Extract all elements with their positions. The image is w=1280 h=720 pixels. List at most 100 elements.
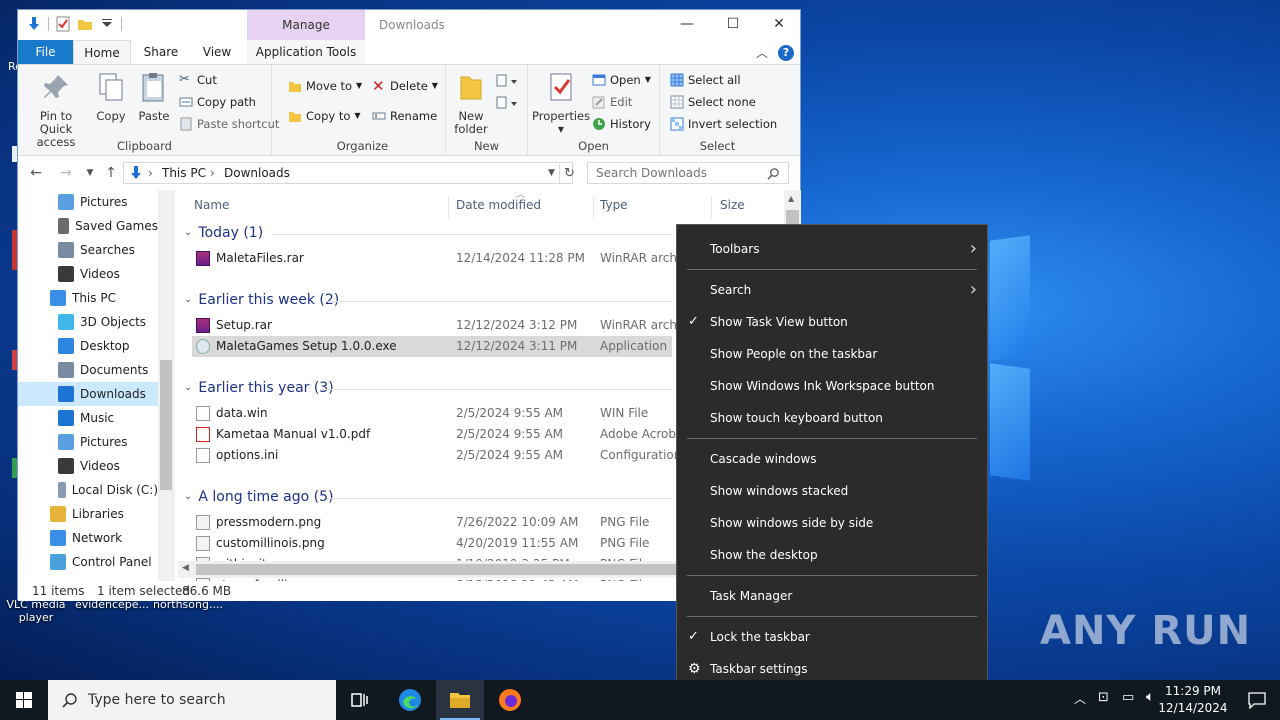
firefox-taskbar-button[interactable] (486, 680, 534, 720)
scroll-up-icon[interactable]: ▲ (788, 194, 794, 203)
title-bar[interactable]: Manage Downloads — ☐ ✕ (18, 10, 800, 40)
history-button[interactable]: History (592, 115, 651, 133)
navigation-pane-scrollbar[interactable] (158, 190, 175, 582)
file-row[interactable]: MaletaFiles.rar 12/14/2024 11:28 PM WinRAR… (192, 248, 695, 269)
network-icon[interactable]: ▭ (1122, 690, 1134, 705)
file-row[interactable]: options.ini 2/5/2024 9:55 AM Configuration (192, 445, 681, 466)
menu-item-task-manager[interactable]: Task Manager (677, 580, 987, 612)
nav-item-3d-objects[interactable]: 3D Objects (18, 310, 158, 334)
tab-view[interactable]: View (191, 40, 243, 64)
nav-item-videos[interactable]: Videos (18, 454, 158, 478)
file-row[interactable]: pressmodern.png 7/26/2022 10:09 AM PNG Fil… (192, 512, 672, 533)
breadcrumb-this-pc[interactable]: This PC (162, 163, 206, 183)
nav-item-network[interactable]: Network (18, 526, 158, 550)
scrollbar-thumb[interactable] (160, 360, 172, 490)
nav-item-pictures[interactable]: Pictures (18, 430, 158, 454)
chevron-down-icon[interactable]: ⌄ (184, 486, 192, 508)
address-path-box[interactable]: › This PC › Downloads ▼ (123, 162, 573, 184)
menu-item-cascade-windows[interactable]: Cascade windows (677, 443, 987, 475)
move-to-button[interactable]: Move to ▼ (288, 77, 362, 95)
properties-button[interactable]: Properties ▼ (532, 71, 590, 136)
column-header-size[interactable]: Size (720, 194, 745, 216)
cut-button[interactable]: ✂ Cut (179, 71, 217, 89)
network-status-icon[interactable]: ⊡ (1098, 690, 1109, 705)
copy-to-button[interactable]: Copy to ▼ (288, 107, 361, 125)
column-header-date[interactable]: Date modified (456, 194, 541, 216)
select-all-button[interactable]: Select all (670, 71, 741, 89)
invert-selection-button[interactable]: Invert selection (670, 115, 777, 133)
task-view-button[interactable] (336, 680, 384, 720)
breadcrumb-chevron-icon[interactable]: › (148, 163, 153, 183)
group-header[interactable]: ⌄ Earlier this week (2) (184, 289, 339, 311)
collapse-ribbon-icon[interactable]: ︿ (756, 44, 768, 61)
file-row[interactable]: Setup.rar 12/12/2024 3:12 PM WinRAR archiv… (192, 315, 695, 336)
nav-item-local-disk-c[interactable]: Local Disk (C:) (18, 478, 158, 502)
copy-button[interactable]: Copy (92, 71, 130, 123)
group-header[interactable]: ⌄ Today (1) (184, 222, 263, 244)
file-list-horizontal-scrollbar[interactable]: ◀ (178, 561, 698, 578)
nav-item-videos[interactable]: Videos (18, 262, 158, 286)
menu-item-show-touch-keyboard-button[interactable]: Show touch keyboard button (677, 402, 987, 434)
edge-taskbar-button[interactable] (386, 680, 434, 720)
desktop-icon-label-vlc[interactable]: VLC media player (4, 598, 68, 624)
nav-item-music[interactable]: Music (18, 406, 158, 430)
menu-item-show-the-desktop[interactable]: Show the desktop (677, 539, 987, 571)
file-row[interactable]: data.win 2/5/2024 9:55 AM WIN File (192, 403, 672, 424)
menu-item-show-windows-stacked[interactable]: Show windows stacked (677, 475, 987, 507)
chevron-down-icon[interactable]: ⌄ (184, 222, 192, 244)
tab-application-tools[interactable]: Application Tools (247, 40, 365, 64)
close-button[interactable]: ✕ (756, 10, 802, 40)
search-input[interactable] (588, 163, 758, 183)
menu-item-search[interactable]: Search › (677, 274, 987, 306)
file-explorer-taskbar-button[interactable] (436, 680, 484, 720)
up-arrow-icon[interactable]: ↑ (101, 163, 121, 183)
nav-item-pictures[interactable]: Pictures (18, 190, 158, 214)
chevron-down-icon[interactable]: ⌄ (184, 289, 192, 311)
nav-item-documents[interactable]: Documents (18, 358, 158, 382)
search-box[interactable] (587, 162, 789, 184)
download-arrow-icon[interactable] (26, 16, 42, 32)
rename-button[interactable]: Rename (372, 107, 437, 125)
new-folder-button[interactable]: New folder (448, 71, 494, 136)
file-row[interactable]: customillinois.png 4/20/2019 11:55 AM PNG … (192, 533, 672, 554)
menu-item-toolbars[interactable]: Toolbars › (677, 233, 987, 265)
refresh-icon[interactable]: ↻ (559, 164, 579, 184)
column-header-name[interactable]: Name (194, 194, 229, 216)
tab-share[interactable]: Share (135, 40, 187, 64)
easy-access-icon[interactable] (496, 95, 520, 111)
file-row[interactable]: MaletaGames Setup 1.0.0.exe 12/12/2024 3:… (192, 336, 672, 357)
delete-button[interactable]: ✕ Delete ▼ (372, 77, 438, 95)
clock[interactable]: 11:29 PM 12/14/2024 (1154, 683, 1232, 717)
start-button[interactable] (0, 680, 48, 720)
edit-button[interactable]: Edit (592, 93, 632, 111)
breadcrumb-downloads[interactable]: Downloads (224, 163, 290, 183)
column-header-type[interactable]: Type (600, 194, 628, 216)
back-arrow-icon[interactable]: ← (26, 163, 46, 183)
new-folder-icon[interactable] (77, 16, 93, 32)
customize-dropdown-icon[interactable] (99, 16, 115, 32)
paste-shortcut-button[interactable]: Paste shortcut (179, 115, 279, 133)
nav-item-control-panel[interactable]: Control Panel (18, 550, 158, 574)
pin-to-quick-access-button[interactable]: Pin to Quick access (24, 71, 88, 149)
menu-item-show-task-view-button[interactable]: Show Task View button ✓ (677, 306, 987, 338)
group-header[interactable]: ⌄ A long time ago (5) (184, 486, 333, 508)
recent-locations-chevron-icon[interactable]: ▼ (80, 163, 100, 183)
select-none-button[interactable]: Select none (670, 93, 756, 111)
maximize-button[interactable]: ☐ (710, 10, 756, 40)
open-button[interactable]: Open ▼ (592, 71, 651, 89)
file-row[interactable]: Kametaa Manual v1.0.pdf 2/5/2024 9:55 AM A… (192, 424, 688, 445)
scroll-left-icon[interactable]: ◀ (182, 563, 189, 573)
minimize-button[interactable]: — (664, 10, 710, 40)
nav-item-libraries[interactable]: Libraries (18, 502, 158, 526)
help-icon[interactable]: ? (778, 44, 794, 61)
scrollbar-thumb[interactable] (196, 564, 692, 575)
manage-tab[interactable]: Manage (247, 10, 365, 40)
menu-item-lock-the-taskbar[interactable]: Lock the taskbar ✓ (677, 621, 987, 653)
tab-home[interactable]: Home (73, 40, 131, 64)
chevron-down-icon[interactable]: ⌄ (184, 377, 192, 399)
notifications-icon[interactable] (1248, 691, 1266, 709)
new-item-icon[interactable] (496, 73, 520, 89)
nav-item-searches[interactable]: Searches (18, 238, 158, 262)
menu-item-show-windows-ink-workspace-button[interactable]: Show Windows Ink Workspace button (677, 370, 987, 402)
menu-item-show-windows-side-by-side[interactable]: Show windows side by side (677, 507, 987, 539)
